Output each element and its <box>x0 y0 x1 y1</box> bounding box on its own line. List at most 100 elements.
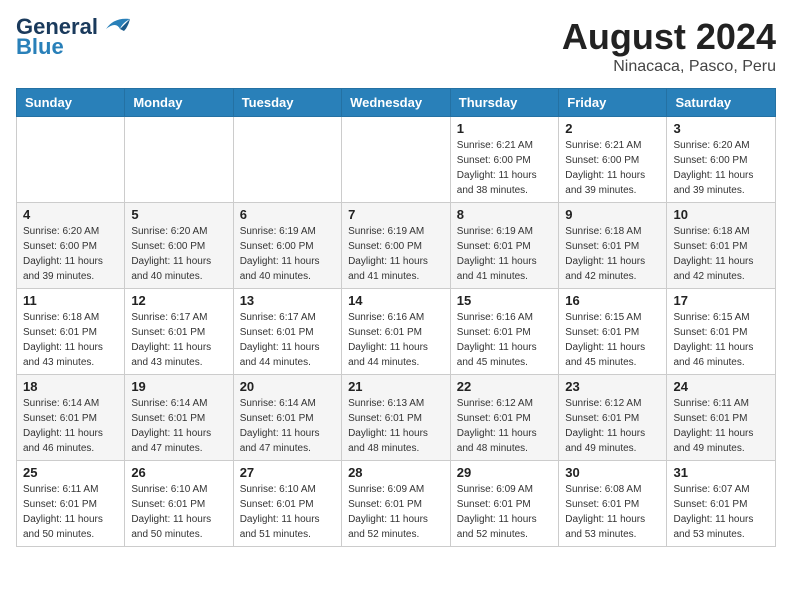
day-info: Sunrise: 6:14 AMSunset: 6:01 PMDaylight:… <box>131 396 226 456</box>
page-header: General Blue August 2024 Ninacaca, Pasco… <box>16 16 776 76</box>
day-info: Sunrise: 6:11 AMSunset: 6:01 PMDaylight:… <box>23 482 118 542</box>
day-number: 1 <box>457 121 553 136</box>
day-info: Sunrise: 6:12 AMSunset: 6:01 PMDaylight:… <box>565 396 660 456</box>
day-info: Sunrise: 6:11 AMSunset: 6:01 PMDaylight:… <box>673 396 769 456</box>
calendar-cell: 30Sunrise: 6:08 AMSunset: 6:01 PMDayligh… <box>559 461 667 547</box>
day-number: 3 <box>673 121 769 136</box>
day-info: Sunrise: 6:20 AMSunset: 6:00 PMDaylight:… <box>131 224 226 284</box>
calendar-cell: 20 Sunrise: 6:14 AMSunset: 6:01 PMDayligh… <box>233 375 341 461</box>
calendar-week-row: 1 Sunrise: 6:21 AMSunset: 6:00 PMDaylight… <box>17 117 776 203</box>
calendar-cell <box>17 117 125 203</box>
day-info: Sunrise: 6:14 AMSunset: 6:01 PMDaylight:… <box>23 396 118 456</box>
calendar-week-row: 11Sunrise: 6:18 AMSunset: 6:01 PMDayligh… <box>17 289 776 375</box>
calendar-cell: 9 Sunrise: 6:18 AMSunset: 6:01 PMDaylight… <box>559 203 667 289</box>
day-info: Sunrise: 6:18 AMSunset: 6:01 PMDaylight:… <box>565 224 660 284</box>
day-info: Sunrise: 6:17 AMSunset: 6:01 PMDaylight:… <box>131 310 226 370</box>
calendar-cell: 26 Sunrise: 6:10 AMSunset: 6:01 PMDayligh… <box>125 461 233 547</box>
calendar-cell: 16Sunrise: 6:15 AMSunset: 6:01 PMDayligh… <box>559 289 667 375</box>
calendar-week-row: 18 Sunrise: 6:14 AMSunset: 6:01 PMDayligh… <box>17 375 776 461</box>
calendar-cell: 27Sunrise: 6:10 AMSunset: 6:01 PMDayligh… <box>233 461 341 547</box>
day-number: 31 <box>673 465 769 480</box>
calendar-cell: 17 Sunrise: 6:15 AMSunset: 6:01 PMDayligh… <box>667 289 776 375</box>
calendar-header-row: SundayMondayTuesdayWednesdayThursdayFrid… <box>17 89 776 117</box>
calendar-cell: 18 Sunrise: 6:14 AMSunset: 6:01 PMDayligh… <box>17 375 125 461</box>
day-info: Sunrise: 6:19 AMSunset: 6:00 PMDaylight:… <box>240 224 335 284</box>
day-number: 9 <box>565 207 660 222</box>
calendar-cell: 3 Sunrise: 6:20 AMSunset: 6:00 PMDaylight… <box>667 117 776 203</box>
day-info: Sunrise: 6:15 AMSunset: 6:01 PMDaylight:… <box>673 310 769 370</box>
calendar-cell: 19Sunrise: 6:14 AMSunset: 6:01 PMDayligh… <box>125 375 233 461</box>
calendar-cell: 6 Sunrise: 6:19 AMSunset: 6:00 PMDaylight… <box>233 203 341 289</box>
day-info: Sunrise: 6:21 AMSunset: 6:00 PMDaylight:… <box>565 138 660 198</box>
weekday-header-tuesday: Tuesday <box>233 89 341 117</box>
calendar-cell: 2 Sunrise: 6:21 AMSunset: 6:00 PMDaylight… <box>559 117 667 203</box>
calendar-cell: 29 Sunrise: 6:09 AMSunset: 6:01 PMDayligh… <box>450 461 559 547</box>
day-number: 21 <box>348 379 444 394</box>
calendar-week-row: 25 Sunrise: 6:11 AMSunset: 6:01 PMDayligh… <box>17 461 776 547</box>
calendar-cell: 10 Sunrise: 6:18 AMSunset: 6:01 PMDayligh… <box>667 203 776 289</box>
calendar-cell: 7 Sunrise: 6:19 AMSunset: 6:00 PMDaylight… <box>342 203 451 289</box>
day-info: Sunrise: 6:08 AMSunset: 6:01 PMDaylight:… <box>565 482 660 542</box>
day-info: Sunrise: 6:16 AMSunset: 6:01 PMDaylight:… <box>457 310 553 370</box>
calendar-cell <box>342 117 451 203</box>
calendar-cell: 4Sunrise: 6:20 AMSunset: 6:00 PMDaylight… <box>17 203 125 289</box>
weekday-header-saturday: Saturday <box>667 89 776 117</box>
weekday-header-friday: Friday <box>559 89 667 117</box>
calendar-cell: 22 Sunrise: 6:12 AMSunset: 6:01 PMDayligh… <box>450 375 559 461</box>
calendar-cell: 31Sunrise: 6:07 AMSunset: 6:01 PMDayligh… <box>667 461 776 547</box>
day-number: 25 <box>23 465 118 480</box>
title-block: August 2024 Ninacaca, Pasco, Peru <box>562 16 776 76</box>
weekday-header-sunday: Sunday <box>17 89 125 117</box>
day-number: 10 <box>673 207 769 222</box>
day-info: Sunrise: 6:20 AMSunset: 6:00 PMDaylight:… <box>23 224 118 284</box>
day-number: 22 <box>457 379 553 394</box>
day-info: Sunrise: 6:19 AMSunset: 6:01 PMDaylight:… <box>457 224 553 284</box>
day-info: Sunrise: 6:13 AMSunset: 6:01 PMDaylight:… <box>348 396 444 456</box>
weekday-header-wednesday: Wednesday <box>342 89 451 117</box>
calendar-cell: 25 Sunrise: 6:11 AMSunset: 6:01 PMDayligh… <box>17 461 125 547</box>
day-number: 28 <box>348 465 444 480</box>
day-info: Sunrise: 6:15 AMSunset: 6:01 PMDaylight:… <box>565 310 660 370</box>
day-number: 26 <box>131 465 226 480</box>
calendar-cell: 13Sunrise: 6:17 AMSunset: 6:01 PMDayligh… <box>233 289 341 375</box>
calendar-cell: 15 Sunrise: 6:16 AMSunset: 6:01 PMDayligh… <box>450 289 559 375</box>
day-number: 15 <box>457 293 553 308</box>
day-info: Sunrise: 6:16 AMSunset: 6:01 PMDaylight:… <box>348 310 444 370</box>
day-number: 29 <box>457 465 553 480</box>
calendar-cell: 23 Sunrise: 6:12 AMSunset: 6:01 PMDayligh… <box>559 375 667 461</box>
calendar-cell <box>233 117 341 203</box>
day-info: Sunrise: 6:09 AMSunset: 6:01 PMDaylight:… <box>457 482 553 542</box>
weekday-header-monday: Monday <box>125 89 233 117</box>
day-number: 12 <box>131 293 226 308</box>
day-number: 13 <box>240 293 335 308</box>
logo: General Blue <box>16 16 134 58</box>
calendar-subtitle: Ninacaca, Pasco, Peru <box>562 58 776 76</box>
calendar-cell: 5 Sunrise: 6:20 AMSunset: 6:00 PMDaylight… <box>125 203 233 289</box>
day-number: 20 <box>240 379 335 394</box>
day-number: 2 <box>565 121 660 136</box>
day-info: Sunrise: 6:20 AMSunset: 6:00 PMDaylight:… <box>673 138 769 198</box>
calendar-cell: 14Sunrise: 6:16 AMSunset: 6:01 PMDayligh… <box>342 289 451 375</box>
day-info: Sunrise: 6:14 AMSunset: 6:01 PMDaylight:… <box>240 396 335 456</box>
day-info: Sunrise: 6:09 AMSunset: 6:01 PMDaylight:… <box>348 482 444 542</box>
day-number: 6 <box>240 207 335 222</box>
day-number: 5 <box>131 207 226 222</box>
day-info: Sunrise: 6:18 AMSunset: 6:01 PMDaylight:… <box>673 224 769 284</box>
weekday-header-thursday: Thursday <box>450 89 559 117</box>
calendar-cell: 8 Sunrise: 6:19 AMSunset: 6:01 PMDaylight… <box>450 203 559 289</box>
day-number: 7 <box>348 207 444 222</box>
calendar-title: August 2024 <box>562 16 776 58</box>
calendar-cell: 1 Sunrise: 6:21 AMSunset: 6:00 PMDaylight… <box>450 117 559 203</box>
day-number: 23 <box>565 379 660 394</box>
calendar-cell: 12 Sunrise: 6:17 AMSunset: 6:01 PMDayligh… <box>125 289 233 375</box>
day-number: 27 <box>240 465 335 480</box>
day-info: Sunrise: 6:12 AMSunset: 6:01 PMDaylight:… <box>457 396 553 456</box>
day-info: Sunrise: 6:21 AMSunset: 6:00 PMDaylight:… <box>457 138 553 198</box>
day-number: 18 <box>23 379 118 394</box>
calendar-cell <box>125 117 233 203</box>
day-number: 8 <box>457 207 553 222</box>
day-info: Sunrise: 6:19 AMSunset: 6:00 PMDaylight:… <box>348 224 444 284</box>
day-number: 17 <box>673 293 769 308</box>
day-info: Sunrise: 6:10 AMSunset: 6:01 PMDaylight:… <box>131 482 226 542</box>
calendar-cell: 21 Sunrise: 6:13 AMSunset: 6:01 PMDayligh… <box>342 375 451 461</box>
